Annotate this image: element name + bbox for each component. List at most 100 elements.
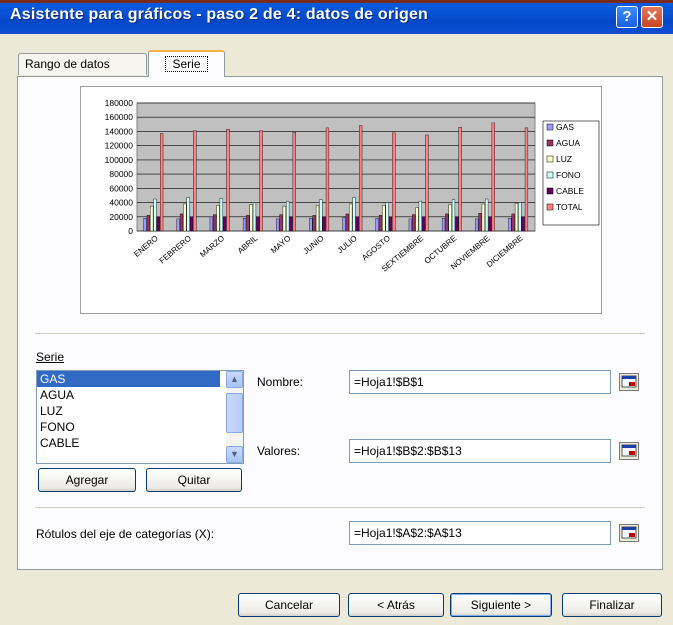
bar-cable	[289, 216, 293, 232]
bar-gas	[342, 217, 346, 232]
bar-cable	[455, 216, 459, 232]
legend-entry: CABLE	[556, 186, 584, 196]
bar-agua	[146, 215, 150, 232]
valores-label: Valores:	[257, 444, 301, 458]
rotulos-field[interactable]: =Hoja1!$A$2:$A$13	[349, 521, 611, 545]
bar-agua	[279, 214, 283, 232]
y-tick-label: 160000	[105, 112, 134, 122]
legend-entry: AGUA	[556, 138, 580, 148]
bar-gas	[143, 217, 147, 232]
bar-gas	[209, 216, 213, 232]
valores-field[interactable]: =Hoja1!$B$2:$B$13	[349, 439, 611, 463]
bar-cable	[223, 216, 227, 232]
chart-preview: 180000 160000 140000 120000 100000 80000 60000…	[80, 86, 602, 314]
series-listbox[interactable]: GAS AGUA LUZ FONO CABLE ▲ ▼	[36, 370, 244, 464]
cancel-button[interactable]: Cancelar	[238, 593, 340, 617]
bar-luz	[481, 203, 485, 232]
y-tick-label: 60000	[109, 183, 133, 193]
bar-total	[392, 132, 396, 232]
collapse-dialog-icon[interactable]	[619, 373, 639, 391]
y-tick-label: 140000	[105, 126, 134, 136]
bar-fono	[219, 198, 223, 232]
window-title: Asistente para gráficos - paso 2 de 4: d…	[10, 6, 429, 23]
tab-rango-de-datos[interactable]: Rango de datos	[18, 53, 147, 75]
rotulos-label: Rótulos del eje de categorías (X):	[36, 527, 215, 541]
scroll-down-icon[interactable]: ▼	[226, 446, 243, 463]
bar-gas	[441, 217, 446, 232]
bar-cable	[156, 216, 160, 232]
bar-cable	[322, 216, 326, 232]
bar-agua	[312, 215, 316, 232]
bar-fono	[319, 199, 323, 232]
x-tick-label: FEBRERO	[158, 234, 193, 266]
legend-swatch	[546, 171, 554, 179]
close-button[interactable]: ✕	[641, 6, 663, 28]
nombre-field[interactable]: =Hoja1!$B$1	[349, 370, 611, 394]
bar-cable	[388, 216, 393, 232]
y-tick-label: 80000	[109, 169, 133, 179]
title-bar[interactable]: Asistente para gráficos - paso 2 de 4: d…	[0, 0, 673, 34]
nombre-label: Nombre:	[257, 375, 304, 389]
finish-button[interactable]: Finalizar	[562, 593, 662, 617]
bar-cable	[189, 216, 194, 232]
x-tick-label: JULIO	[336, 234, 359, 255]
series-list-item[interactable]: GAS	[37, 371, 220, 387]
bar-agua	[246, 215, 250, 232]
bar-total	[226, 129, 230, 232]
plot-area	[136, 102, 536, 232]
series-scrollbar[interactable]: ▲ ▼	[226, 371, 243, 463]
legend-entry: LUZ	[556, 154, 572, 164]
back-button[interactable]: < Atrás	[348, 593, 444, 617]
bar-fono	[518, 202, 522, 232]
series-list-item[interactable]: CABLE	[37, 435, 243, 451]
bar-fono	[186, 197, 190, 232]
bar-agua	[478, 213, 482, 232]
series-list-item[interactable]: FONO	[37, 419, 243, 435]
legend-swatch	[546, 123, 554, 131]
bar-luz	[150, 205, 154, 232]
series-list-item[interactable]: LUZ	[37, 403, 243, 419]
tab-serie[interactable]: Serie	[148, 50, 225, 77]
bar-gas	[508, 217, 512, 232]
bar-luz	[249, 204, 253, 232]
bar-luz	[315, 205, 320, 232]
bar-agua	[378, 215, 383, 232]
y-tick-label: 40000	[109, 198, 133, 208]
bar-gas	[375, 217, 379, 232]
bar-agua	[345, 213, 349, 232]
bar-cable	[256, 216, 260, 232]
y-tick-label: 0	[128, 226, 133, 236]
bar-fono	[153, 198, 157, 232]
series-list-item[interactable]: AGUA	[37, 387, 243, 403]
separator	[35, 333, 645, 334]
x-tick-label: MAYO	[269, 234, 292, 256]
legend-swatch	[546, 187, 554, 195]
bar-luz	[349, 203, 353, 232]
legend-entry: FONO	[556, 170, 581, 180]
collapse-dialog-icon[interactable]	[619, 442, 639, 460]
scroll-up-icon[interactable]: ▲	[226, 371, 243, 388]
x-tick-label: ENERO	[132, 234, 160, 259]
bar-cable	[521, 216, 525, 232]
add-series-button[interactable]: Agregar	[38, 468, 136, 492]
bar-fono	[451, 199, 456, 232]
x-tick-label: JUNIO	[302, 234, 326, 256]
bar-luz	[216, 205, 220, 232]
bar-total	[160, 133, 164, 232]
scroll-thumb[interactable]	[226, 393, 243, 433]
y-tick-label: 120000	[105, 141, 134, 151]
x-tick-label: ABRIL	[236, 233, 260, 255]
bar-fono	[418, 200, 422, 232]
bar-fono	[485, 198, 489, 232]
bar-cable	[355, 216, 359, 232]
bar-gas	[276, 218, 280, 232]
next-button[interactable]: Siguiente >	[450, 593, 552, 617]
bar-fono	[352, 197, 356, 232]
collapse-dialog-icon[interactable]	[619, 524, 639, 542]
help-button[interactable]: ?	[616, 6, 638, 28]
bar-agua	[445, 213, 449, 232]
bar-total	[325, 127, 330, 232]
remove-series-button[interactable]: Quitar	[146, 468, 242, 492]
legend-swatch	[546, 203, 554, 211]
bar-agua	[412, 214, 416, 232]
